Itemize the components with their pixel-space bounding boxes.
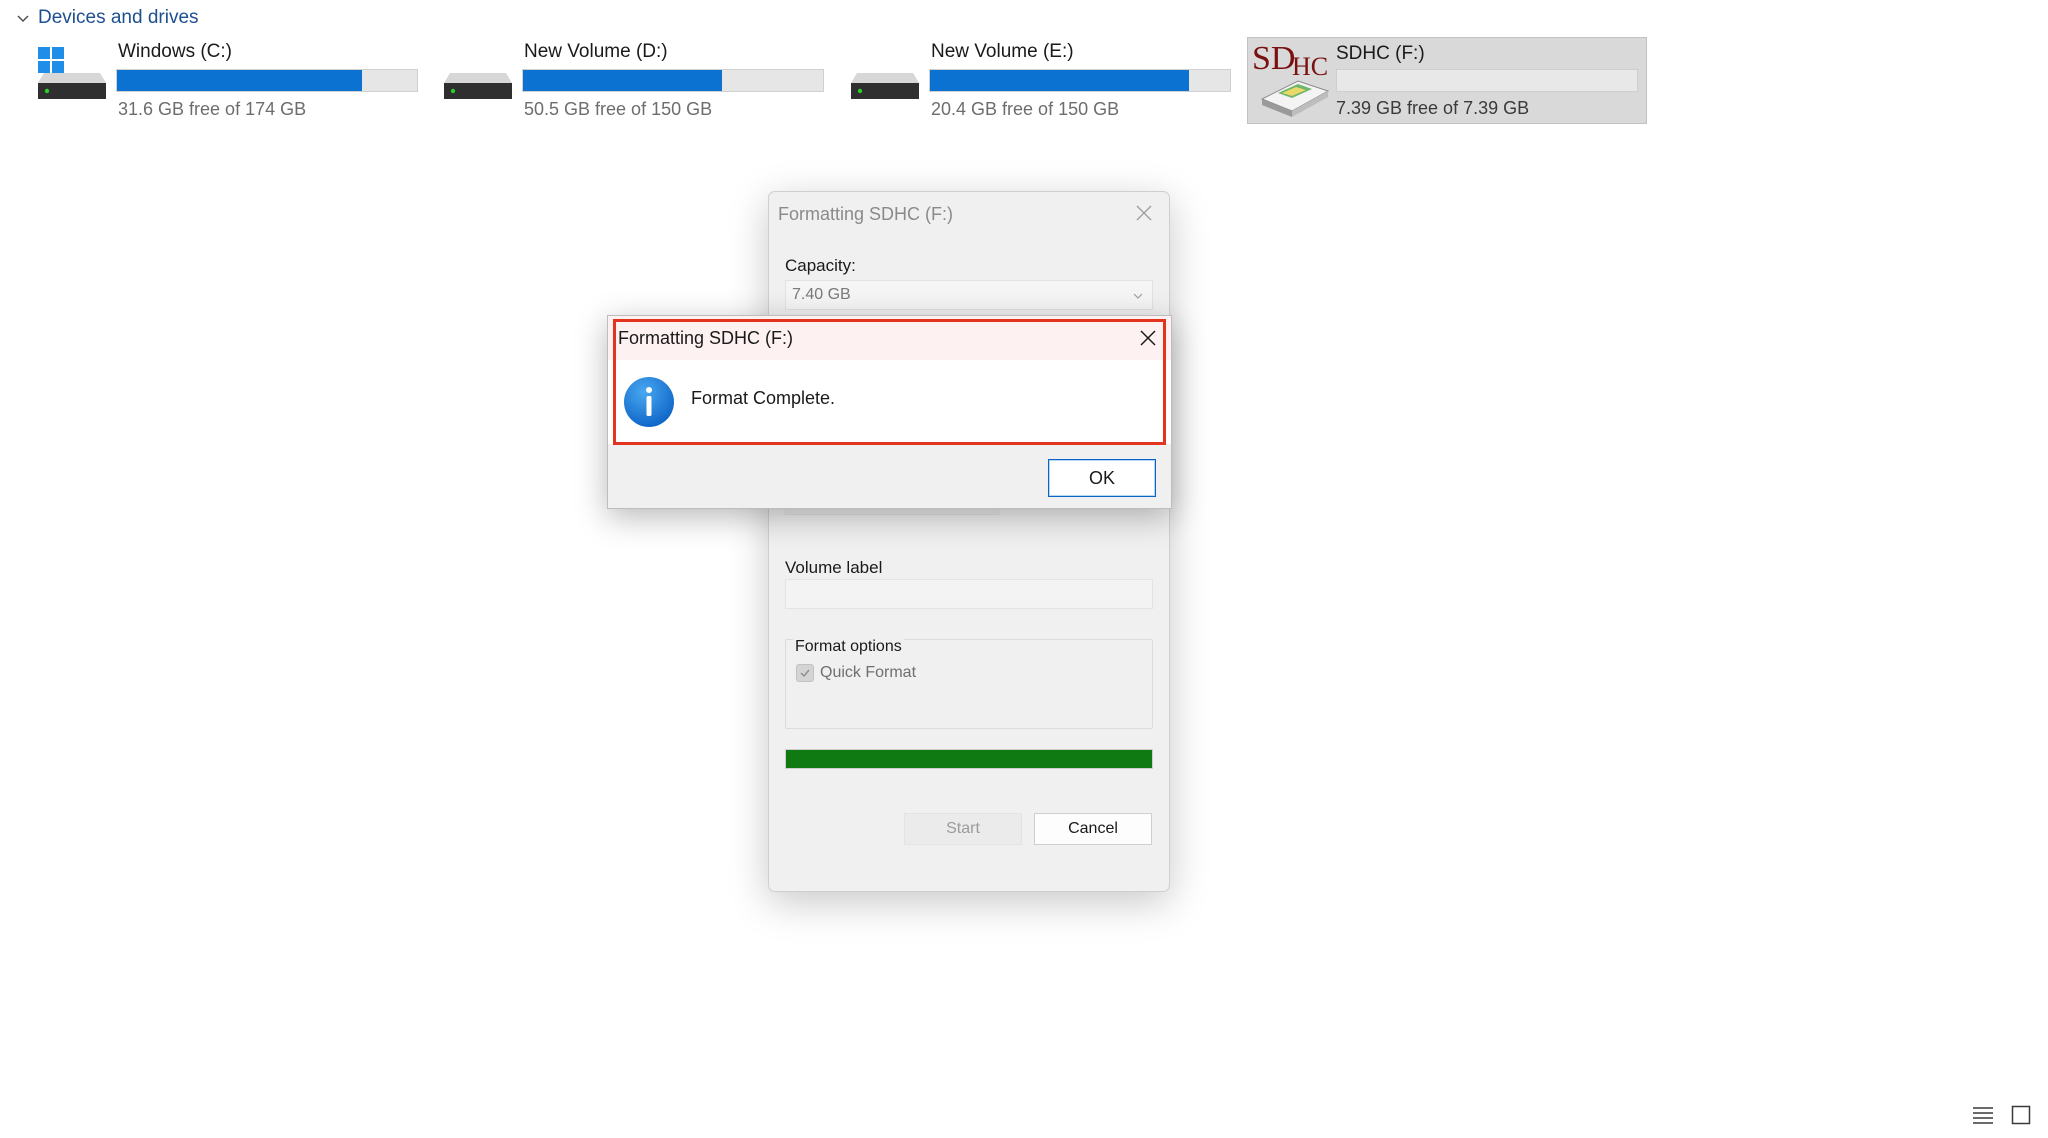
- details-view-button[interactable]: [1970, 1102, 1996, 1128]
- close-icon: [1136, 205, 1152, 221]
- windows-drive-icon: [38, 47, 106, 99]
- format-options-group: Format options Quick Format: [785, 638, 1153, 729]
- format-complete-message-box: Formatting SDHC (F:) Format Complete. OK: [607, 315, 1172, 509]
- drive-name: New Volume (D:): [524, 41, 668, 62]
- drive-usage-bar: [116, 69, 418, 92]
- quick-format-label: Quick Format: [820, 664, 917, 681]
- message-box-title: Formatting SDHC (F:): [618, 328, 794, 348]
- format-progress-bar: [785, 749, 1153, 769]
- drive-free-space: 7.39 GB free of 7.39 GB: [1336, 98, 1530, 118]
- format-dialog-close-button[interactable]: [1127, 198, 1161, 228]
- large-icons-view-button[interactable]: [2008, 1102, 2034, 1128]
- info-icon: [624, 377, 674, 427]
- drive-tile-f[interactable]: SD HC SDHC (F:) 7.39 GB free of 7.39 GB: [1247, 37, 1647, 124]
- chevron-down-icon: [1133, 293, 1143, 299]
- drive-name: SDHC (F:): [1336, 43, 1425, 64]
- drive-usage-fill: [930, 70, 1190, 91]
- hard-drive-icon: [444, 73, 512, 99]
- format-dialog: Formatting SDHC (F:) Capacity: 7.40 GB R…: [768, 191, 1170, 892]
- capacity-select[interactable]: 7.40 GB: [785, 280, 1153, 310]
- start-button[interactable]: Start: [904, 813, 1022, 845]
- capacity-label: Capacity:: [785, 256, 856, 275]
- drive-usage-bar: [1336, 69, 1638, 92]
- drive-free-space: 31.6 GB free of 174 GB: [118, 99, 307, 119]
- drive-name: Windows (C:): [118, 41, 233, 62]
- ok-button[interactable]: OK: [1048, 459, 1156, 497]
- checkmark-icon: [800, 669, 810, 678]
- close-icon: [1140, 330, 1156, 346]
- svg-text:HC: HC: [1292, 52, 1328, 81]
- drive-free-space: 20.4 GB free of 150 GB: [931, 99, 1120, 119]
- format-options-label: Format options: [793, 638, 904, 656]
- message-box-titlebar: Formatting SDHC (F:): [608, 316, 1171, 360]
- details-view-icon: [1973, 1107, 1993, 1124]
- view-toggle-group: [1970, 1102, 2034, 1128]
- format-progress-fill: [786, 750, 1152, 768]
- drive-tile-c[interactable]: Windows (C:) 31.6 GB free of 174 GB: [32, 37, 426, 125]
- drive-usage-bar: [929, 69, 1231, 92]
- drive-tile-e[interactable]: New Volume (E:) 20.4 GB free of 150 GB: [845, 37, 1239, 125]
- quick-format-checkbox-row[interactable]: Quick Format: [796, 664, 916, 682]
- section-title: Devices and drives: [38, 7, 199, 28]
- quick-format-checkbox[interactable]: [796, 664, 814, 682]
- volume-label-label: Volume label: [785, 558, 883, 577]
- drive-tile-d[interactable]: New Volume (D:) 50.5 GB free of 150 GB: [438, 37, 832, 125]
- message-box-close-button[interactable]: [1131, 321, 1165, 355]
- large-icons-view-icon: [2011, 1105, 2031, 1125]
- svg-text:SD: SD: [1252, 41, 1295, 77]
- drive-usage-bar: [522, 69, 824, 92]
- volume-label-input[interactable]: [785, 579, 1153, 609]
- drive-usage-fill: [117, 70, 363, 91]
- cancel-button[interactable]: Cancel: [1034, 813, 1152, 845]
- hard-drive-icon: [851, 73, 919, 99]
- devices-and-drives-header[interactable]: Devices and drives: [14, 6, 199, 30]
- drive-usage-fill: [523, 70, 722, 91]
- chevron-down-icon: [17, 15, 29, 22]
- format-dialog-title: Formatting SDHC (F:): [778, 204, 954, 224]
- drive-name: New Volume (E:): [931, 41, 1074, 62]
- capacity-value: 7.40 GB: [792, 286, 851, 303]
- sdhc-card-icon: SD HC: [1252, 41, 1330, 117]
- message-text: Format Complete.: [691, 388, 836, 408]
- drive-free-space: 50.5 GB free of 150 GB: [524, 99, 713, 119]
